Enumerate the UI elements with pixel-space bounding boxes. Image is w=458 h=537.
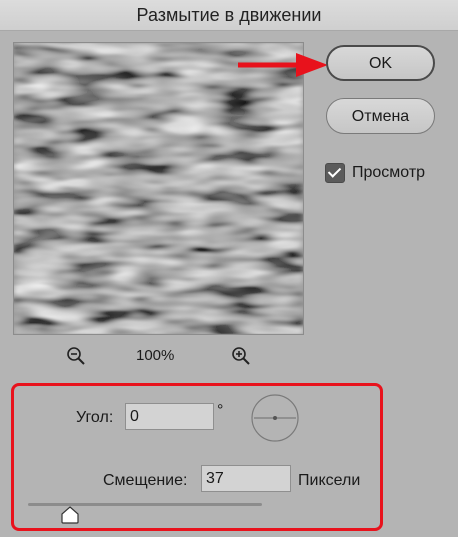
preview-label: Просмотр bbox=[352, 164, 426, 181]
angle-input[interactable]: 0 bbox=[125, 403, 214, 430]
zoom-controls: 100% bbox=[0, 340, 320, 370]
distance-unit: Пиксели bbox=[298, 472, 361, 489]
zoom-in-icon[interactable] bbox=[231, 346, 251, 366]
window-title: Размытие в движении bbox=[0, 0, 458, 31]
preview-checkbox-row[interactable]: Просмотр bbox=[325, 162, 425, 184]
cancel-button[interactable]: Отмена bbox=[326, 98, 435, 134]
angle-unit: ° bbox=[217, 402, 224, 419]
angle-label: Угол: bbox=[76, 409, 114, 426]
preview-image[interactable] bbox=[13, 42, 304, 335]
slider-thumb[interactable] bbox=[60, 506, 80, 524]
zoom-out-icon[interactable] bbox=[66, 346, 86, 366]
zoom-level: 100% bbox=[136, 347, 175, 364]
ok-button[interactable]: OK bbox=[326, 45, 435, 81]
angle-dial[interactable] bbox=[250, 393, 300, 443]
distance-input[interactable]: 37 bbox=[201, 465, 291, 492]
red-arrow bbox=[238, 53, 328, 77]
preview-checkbox[interactable] bbox=[325, 163, 345, 183]
motion-blur-texture bbox=[14, 43, 303, 334]
distance-label: Смещение: bbox=[103, 472, 188, 489]
